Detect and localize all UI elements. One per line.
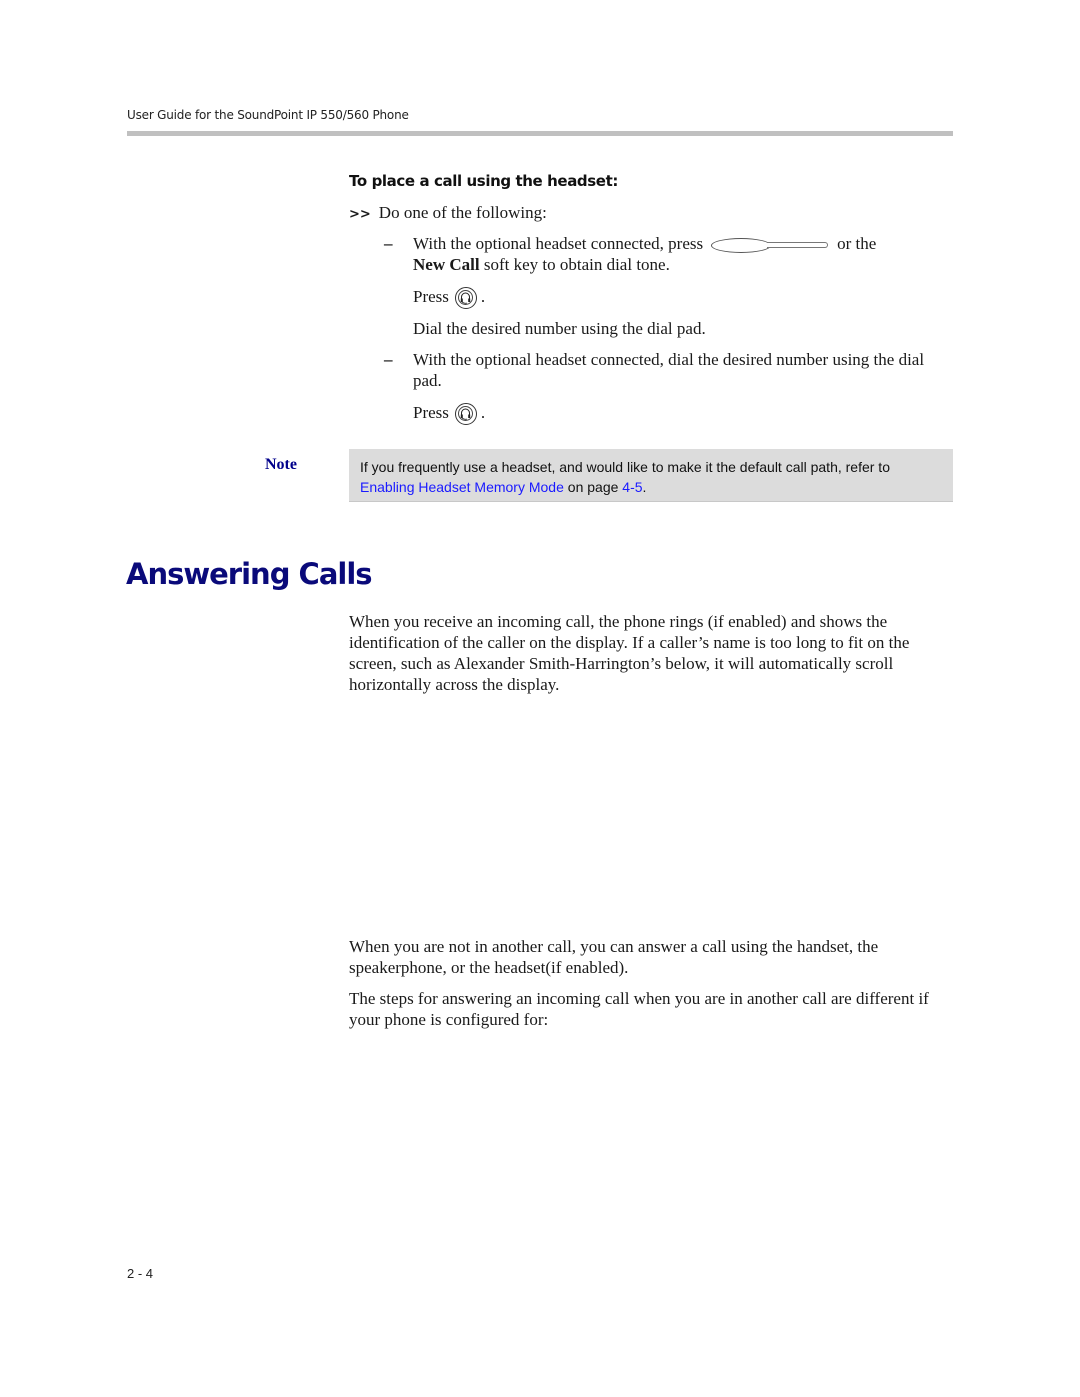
paragraph: The steps for answering an incoming call… bbox=[349, 989, 929, 1029]
step-line: >> Do one of the following: bbox=[349, 202, 547, 225]
step-text: Do one of the following: bbox=[378, 203, 547, 222]
page-number: 2 - 4 bbox=[127, 1266, 154, 1281]
headset-memory-mode-link[interactable]: Enabling Headset Memory Mode bbox=[360, 479, 564, 495]
line-key-icon bbox=[711, 237, 829, 254]
press-label: Press bbox=[413, 287, 449, 306]
press-label: Press bbox=[413, 403, 449, 422]
headset-icon bbox=[454, 287, 477, 310]
option-1-text: With the optional headset connected, pre… bbox=[413, 234, 704, 253]
option-1: – With the optional headset connected, p… bbox=[384, 233, 944, 275]
header-rule bbox=[127, 131, 953, 136]
press-line-2: Press. bbox=[413, 402, 485, 426]
running-header: User Guide for the SoundPoint IP 550/560… bbox=[127, 108, 409, 122]
dash-bullet: – bbox=[384, 234, 393, 253]
headset-icon bbox=[454, 403, 477, 426]
dial-instruction: Dial the desired number using the dial p… bbox=[413, 319, 706, 338]
page-4-5-link[interactable]: 4-5 bbox=[622, 479, 642, 495]
option-1-or: or the bbox=[837, 234, 877, 253]
press-line-1: Press. bbox=[413, 286, 485, 310]
note-box: If you frequently use a headset, and wou… bbox=[349, 449, 953, 502]
dash-bullet: – bbox=[384, 350, 393, 369]
step-marker: >> bbox=[349, 207, 371, 222]
section-title: Answering Calls bbox=[126, 557, 373, 591]
option-2: – With the optional headset connected, d… bbox=[384, 349, 944, 391]
paragraph: When you receive an incoming call, the p… bbox=[349, 612, 910, 694]
procedure-heading: To place a call using the headset: bbox=[349, 172, 618, 190]
paragraph: When you are not in another call, you ca… bbox=[349, 937, 879, 977]
note-label: Note bbox=[265, 456, 297, 473]
option-1-rest: soft key to obtain dial tone. bbox=[479, 255, 670, 274]
option-2-text: With the optional headset connected, dia… bbox=[413, 350, 925, 390]
new-call-term: New Call bbox=[413, 255, 480, 274]
